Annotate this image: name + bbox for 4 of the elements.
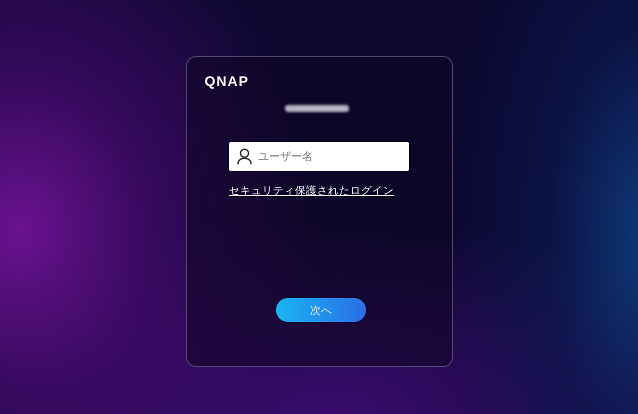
logo: QNAP [204,73,249,89]
secure-login-link[interactable]: セキュリティ保護されたログイン [229,185,394,197]
blurred-device-name [285,104,349,112]
username-field[interactable]: ユーザー名 [229,142,409,171]
